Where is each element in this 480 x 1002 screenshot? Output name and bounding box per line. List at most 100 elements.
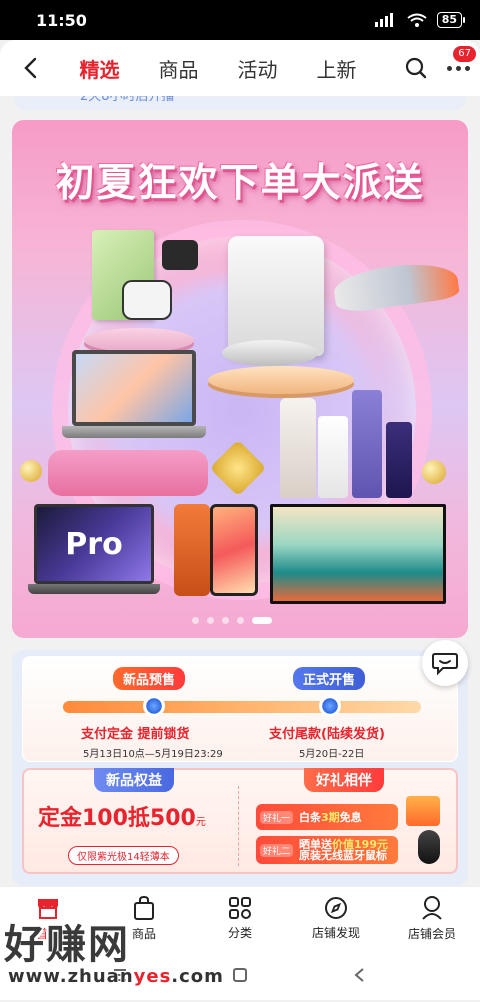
more-dots-icon <box>446 65 470 71</box>
phone-back <box>174 504 210 596</box>
sale-pill: 正式开售 <box>293 667 366 690</box>
status-time: 11:50 <box>36 10 87 30</box>
perk-divider <box>238 786 239 866</box>
bottom-nav: 首页 商品 分类 店铺发现 店铺会员 <box>0 886 480 950</box>
gold-ball-right <box>422 460 446 484</box>
deposit-unit: 元 <box>195 817 206 828</box>
top-nav-header: 精选 商品 活动 上新 67 <box>0 40 480 96</box>
system-nav-bar <box>0 950 480 1000</box>
gift-two-text: 晒单送价值199元 原装无线蓝牙鼠标 <box>299 838 388 862</box>
deposit-note: 仅限紫光极14轻薄本 <box>68 846 179 865</box>
carousel-dot[interactable] <box>237 617 244 624</box>
timeline-node-2 <box>319 695 341 717</box>
more-menu-button[interactable]: 67 <box>436 40 480 96</box>
step1-title: 支付定金 提前锁货 <box>81 727 190 742</box>
pro-laptop-screen: Pro <box>34 504 154 584</box>
gold-ball-left <box>20 460 42 482</box>
main-content: 2天8小时后开播 初夏狂欢下单大派送 Pro 新品预售 正式开售 支付定金 提前… <box>0 96 480 886</box>
nav-membership-label: 店铺会员 <box>407 927 456 941</box>
tab-featured[interactable]: 精选 <box>76 48 124 89</box>
search-button[interactable] <box>396 40 436 96</box>
wifi-icon <box>407 13 427 27</box>
tv-screen <box>270 504 446 604</box>
promo-banner[interactable]: 初夏狂欢下单大派送 Pro <box>12 120 468 638</box>
nav-products[interactable]: 商品 <box>96 887 192 950</box>
back-button[interactable] <box>0 40 60 96</box>
step2-title: 支付尾款(陆续发货) <box>269 727 385 742</box>
tab-bar: 精选 商品 活动 上新 <box>60 48 396 89</box>
status-icons: 85 <box>374 12 466 28</box>
nav-products-label: 商品 <box>131 927 156 941</box>
chat-icon <box>432 653 458 676</box>
robot-vacuum-station <box>228 236 324 356</box>
new-product-perks-title: 新品权益 <box>94 768 174 792</box>
presale-info-card: 新品预售 正式开售 支付定金 提前锁货 5月13日10点—5月19日23:29 … <box>12 650 468 886</box>
perks-panel[interactable]: 新品权益 好礼相伴 定金100抵500元 仅限紫光极14轻薄本 好礼一 白条3期… <box>22 768 458 874</box>
presale-pill: 新品预售 <box>113 667 186 690</box>
customer-service-button[interactable] <box>422 640 468 686</box>
banner-title: 初夏狂欢下单大派送 <box>55 161 425 206</box>
presale-timeline[interactable]: 新品预售 正式开售 支付定金 提前锁货 5月13日10点—5月19日23:29 … <box>22 656 458 762</box>
search-icon <box>405 57 427 79</box>
gift-two-row[interactable]: 好礼二 晒单送价值199元 原装无线蓝牙鼠标 <box>256 836 398 864</box>
pedestal-left <box>84 328 194 352</box>
back-triangle-icon[interactable] <box>351 966 369 984</box>
carousel-dot[interactable] <box>207 617 214 624</box>
gift-box-icon <box>406 796 440 826</box>
compass-icon <box>325 897 347 919</box>
nav-home-label: 首页 <box>35 927 60 941</box>
signal-icon <box>374 13 393 27</box>
battery-indicator: 85 <box>436 12 466 28</box>
carousel-dot[interactable] <box>222 617 229 624</box>
member-icon <box>422 896 442 920</box>
laptop-base <box>62 426 206 438</box>
tab-activities[interactable]: 活动 <box>234 48 282 89</box>
nav-home[interactable]: 首页 <box>0 887 96 950</box>
live-notice-strip[interactable]: 2天8小时后开播 <box>14 96 466 110</box>
gift-two-tag: 好礼二 <box>260 843 294 857</box>
nav-discover[interactable]: 店铺发现 <box>288 887 384 950</box>
carousel-dots[interactable] <box>192 617 272 624</box>
gift-one-row[interactable]: 好礼一 白条3期免息 <box>256 804 398 830</box>
carousel-dot[interactable] <box>192 617 199 624</box>
gifts-title: 好礼相伴 <box>304 768 384 792</box>
step2-date: 5月20日-22日 <box>299 749 365 760</box>
store-icon <box>38 899 58 919</box>
carousel-dot-active[interactable] <box>252 617 272 624</box>
live-countdown-text: 2天8小时后开播 <box>80 96 175 104</box>
nav-categories-label: 分类 <box>227 926 252 940</box>
pro-laptop-base <box>28 584 160 594</box>
laptop-screen <box>72 350 196 426</box>
nav-discover-label: 店铺发现 <box>311 926 360 940</box>
nav-membership[interactable]: 店铺会员 <box>384 887 480 950</box>
grid-icon <box>229 897 251 919</box>
message-count-badge: 67 <box>453 46 476 62</box>
robot-vacuum <box>222 340 318 366</box>
camera-lens <box>162 240 198 270</box>
gift-one-tag: 好礼一 <box>260 810 294 824</box>
status-bar: 11:50 85 <box>0 0 480 40</box>
skincare-tube <box>280 398 316 498</box>
skincare-bottle-dark <box>386 422 412 498</box>
step1-date: 5月13日10点—5月19日23:29 <box>83 749 223 760</box>
bag-icon <box>134 895 154 920</box>
recents-icon[interactable] <box>111 966 129 984</box>
pro-laptop-label: Pro <box>65 526 123 562</box>
pedestal-center <box>208 366 354 394</box>
deposit-offer: 定金100抵500元 <box>38 800 206 832</box>
mouse-icon <box>418 830 440 864</box>
tab-products[interactable]: 商品 <box>155 48 203 89</box>
phone-front <box>210 504 258 596</box>
timeline-bar <box>63 701 421 713</box>
nav-categories[interactable]: 分类 <box>192 887 288 950</box>
skincare-bottle-white <box>318 416 348 498</box>
home-square-icon[interactable] <box>231 966 249 984</box>
chevron-left-icon <box>24 57 37 79</box>
tab-new-arrivals[interactable]: 上新 <box>313 48 361 89</box>
gift-one-text: 白条3期免息 <box>299 810 362 824</box>
deposit-text: 定金100抵500 <box>38 806 196 831</box>
skincare-bottle-purple <box>352 390 382 498</box>
timeline-node-1 <box>143 695 165 717</box>
camera-device <box>122 280 172 320</box>
pedestal-laptop <box>48 450 208 496</box>
